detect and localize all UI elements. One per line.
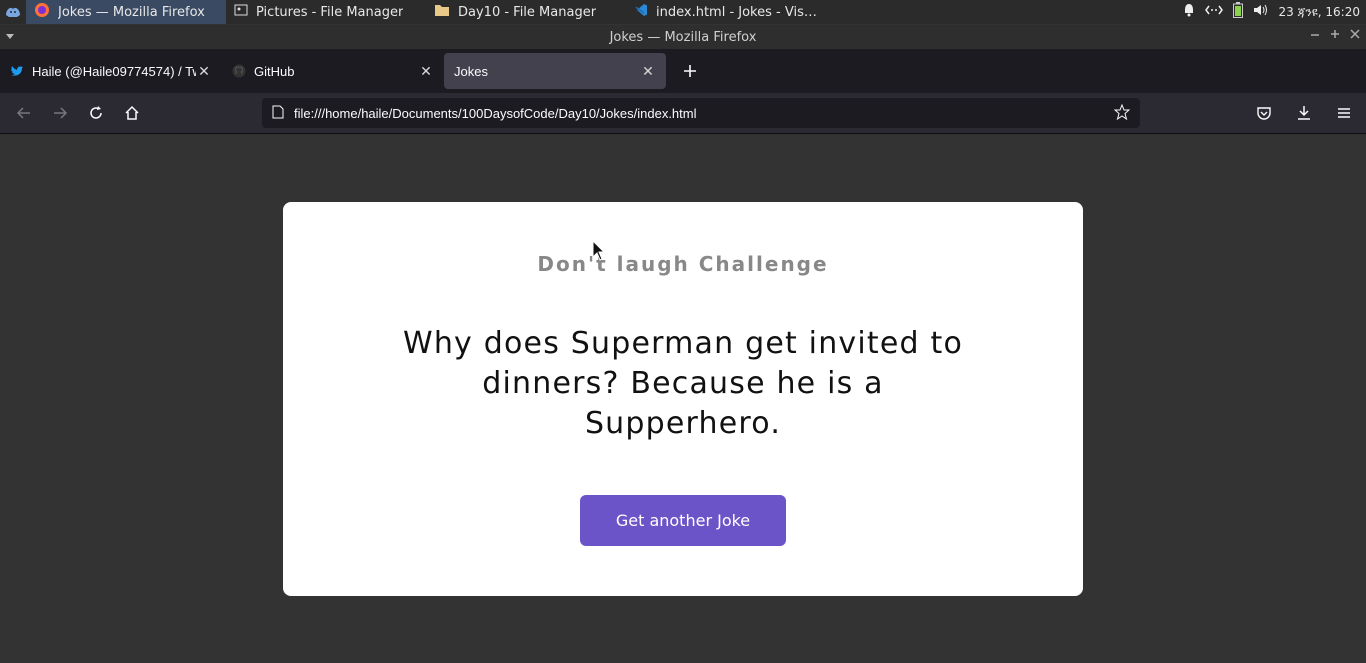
reload-button[interactable] [80,97,112,129]
window-titlebar: Jokes — Mozilla Firefox [0,25,1366,49]
taskbar-item-firefox[interactable]: Jokes — Mozilla Firefox [26,0,226,24]
arrow-right-icon [54,107,68,119]
url-text[interactable]: file:///home/haile/Documents/100DaysofCo… [294,106,1114,121]
page-title: Don't laugh Challenge [537,252,829,276]
system-tray: 23 ጃንዩ, 16:20 [1183,2,1366,22]
menu-button[interactable] [1328,97,1360,129]
back-button[interactable] [8,97,40,129]
github-icon [232,64,246,78]
volume-icon[interactable] [1253,3,1269,21]
close-tab-icon[interactable]: ✕ [196,63,212,80]
tab-github[interactable]: GitHub ✕ [222,53,444,89]
joke-text: Why does Superman get invited to dinners… [402,326,964,441]
system-taskbar: Jokes — Mozilla Firefox Pictures - File … [0,0,1366,24]
navigation-toolbar: file:///home/haile/Documents/100DaysofCo… [0,93,1366,134]
hamburger-icon [1338,108,1350,118]
taskbar-item-label: Day10 - File Manager [458,4,597,20]
mouse-cursor-icon [592,239,606,266]
home-button[interactable] [116,97,148,129]
bookmark-star-icon[interactable] [1113,103,1131,123]
url-bar[interactable]: file:///home/haile/Documents/100DaysofCo… [262,98,1140,128]
minimize-icon[interactable] [1310,28,1320,44]
plus-icon [684,65,696,77]
browser-tab-strip: Haile (@Haile09774574) / Twitter ✕ GitHu… [0,49,1366,93]
app-menu-icon[interactable] [0,0,26,24]
twitter-icon [10,64,24,78]
maximize-icon[interactable] [1330,28,1340,44]
close-icon[interactable] [1350,28,1360,44]
forward-button[interactable] [44,97,76,129]
pocket-button[interactable] [1248,97,1280,129]
window-menu-icon[interactable] [5,30,15,45]
taskbar-item-day10[interactable]: Day10 - File Manager [426,0,626,24]
close-tab-icon[interactable]: ✕ [640,63,656,80]
tab-twitter[interactable]: Haile (@Haile09774574) / Twitter ✕ [0,53,222,89]
tab-label: GitHub [254,63,295,79]
arrow-left-icon [16,107,30,119]
toolbar-actions [1244,97,1360,129]
battery-icon[interactable] [1232,2,1243,22]
tab-jokes[interactable]: Jokes ✕ [444,53,666,89]
clock[interactable]: 23 ጃንዩ, 16:20 [1279,5,1360,20]
image-viewer-icon [234,3,248,21]
page-info-icon[interactable] [272,105,284,122]
taskbar-item-vscode[interactable]: index.html - Jokes - Visual St... [626,0,826,24]
vscode-icon [634,3,648,21]
get-another-joke-button[interactable]: Get another Joke [580,495,786,546]
notification-bell-icon[interactable] [1183,3,1195,21]
home-icon [125,105,139,120]
page-viewport: Don't laugh Challenge Why does Superman … [0,134,1366,663]
close-tab-icon[interactable]: ✕ [418,63,434,80]
taskbar-item-label: index.html - Jokes - Visual St... [656,4,818,20]
downloads-button[interactable] [1288,97,1320,129]
window-controls [1310,28,1360,44]
firefox-icon [34,2,50,22]
folder-icon [434,3,450,21]
download-icon [1298,106,1310,120]
taskbar-item-pictures[interactable]: Pictures - File Manager [226,0,426,24]
tab-label: Jokes [454,63,488,79]
joke-card: Don't laugh Challenge Why does Superman … [283,202,1083,596]
pocket-icon [1257,107,1271,120]
new-tab-button[interactable] [672,53,708,89]
taskbar-item-label: Jokes — Mozilla Firefox [58,4,205,20]
taskbar-item-label: Pictures - File Manager [256,4,404,20]
tab-label: Haile (@Haile09774574) / Twitter [32,63,196,79]
network-icon[interactable] [1204,4,1223,20]
window-title: Jokes — Mozilla Firefox [609,29,757,45]
reload-icon [90,106,102,119]
